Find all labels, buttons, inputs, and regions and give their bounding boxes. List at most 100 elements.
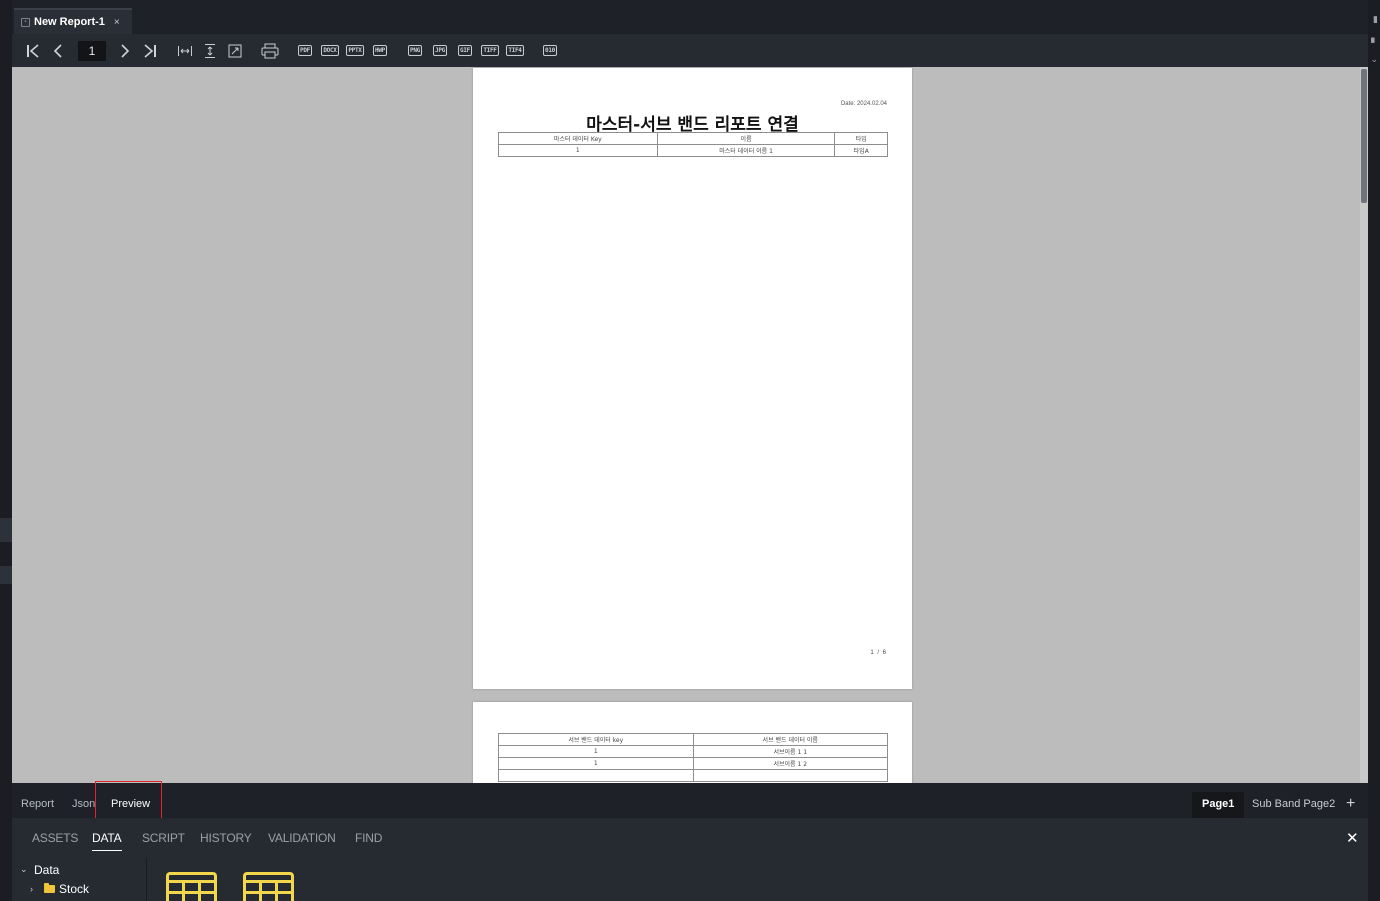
left-strip-marker <box>0 518 12 542</box>
table-header-cell: 서브 밴드 데이터 이름 <box>692 733 888 746</box>
fit-width-button[interactable] <box>174 40 196 62</box>
tab-report[interactable]: Report <box>21 792 54 818</box>
table-row: 1 서브이름 1 2 <box>498 757 888 770</box>
pdf-icon: PDF <box>298 45 312 56</box>
hwp-icon: HWP <box>373 45 387 56</box>
export-tif4-button[interactable]: TIF4 <box>504 41 526 61</box>
right-strip-glyph: ▘ <box>1371 38 1378 48</box>
table-icon[interactable] <box>166 872 217 901</box>
tab-validation[interactable]: VALIDATION <box>268 831 336 845</box>
right-strip-chevron-icon[interactable]: ⌄ <box>1370 54 1378 65</box>
tree-item-label: Data <box>34 862 60 877</box>
previous-page-icon <box>53 43 62 58</box>
binary-icon: 010 <box>543 45 557 56</box>
fit-page-icon <box>228 44 242 57</box>
tab-assets[interactable]: ASSETS <box>32 831 78 845</box>
preview-vertical-scrollbar[interactable] <box>1360 67 1368 783</box>
report-date: Date: 2024.02.04 <box>840 101 887 107</box>
chevron-right-icon[interactable]: › <box>30 884 44 894</box>
fit-width-icon <box>178 45 192 56</box>
document-tab[interactable]: ▪ New Report-1 × <box>14 8 132 34</box>
export-hwp-button[interactable]: HWP <box>369 41 391 61</box>
table-icon[interactable] <box>243 872 294 901</box>
table-cell: 서브이름 1 1 <box>692 745 888 758</box>
fit-height-button[interactable] <box>199 40 221 62</box>
report-file-icon: ▪ <box>21 17 30 27</box>
export-png-button[interactable]: PNG <box>404 41 426 61</box>
active-tab-underline <box>92 850 122 851</box>
page-number-input[interactable] <box>78 40 106 61</box>
data-tree: ⌄ Data › Stock <box>20 860 140 898</box>
jpg-icon: JPG <box>433 45 447 56</box>
next-page-button[interactable] <box>114 40 136 62</box>
table-header-cell: 이름 <box>656 132 836 145</box>
close-tab-icon[interactable]: × <box>114 17 120 28</box>
tif4-icon: TIF4 <box>506 45 524 56</box>
table-header-cell: 타입 <box>834 132 888 145</box>
tab-json[interactable]: Json <box>72 792 95 818</box>
print-button[interactable] <box>259 40 281 62</box>
fit-height-icon <box>205 43 215 58</box>
sub-band-data-table: 서브 밴드 데이터 key 서브 밴드 데이터 이름 1 서브이름 1 1 1 … <box>498 733 888 782</box>
last-page-icon <box>144 43 156 58</box>
table-header-cell: 마스터 데이터 Key <box>498 132 658 145</box>
report-preview-area[interactable]: Date: 2024.02.04 마스터-서브 밴드 리포트 연결 마스터 데이… <box>12 67 1360 783</box>
pptx-icon: PPTX <box>346 45 364 56</box>
folder-icon <box>44 882 55 893</box>
left-strip-marker <box>0 566 12 584</box>
table-header-cell: 서브 밴드 데이터 key <box>498 733 694 746</box>
page-tab-sub-band-page2[interactable]: Sub Band Page2 <box>1242 792 1345 818</box>
table-cell: 1 <box>498 757 694 770</box>
table-cell: 마스터 데이터 이름 1 <box>656 144 836 157</box>
panel-tab-bar: ASSETS DATA SCRIPT HISTORY VALIDATION FI… <box>12 818 1368 856</box>
export-gif-button[interactable]: GIF <box>454 41 476 61</box>
export-docx-button[interactable]: DOCX <box>319 41 341 61</box>
table-cell <box>498 769 694 782</box>
last-page-button[interactable] <box>139 40 161 62</box>
fit-page-button[interactable] <box>224 40 246 62</box>
docx-icon: DOCX <box>321 45 339 56</box>
export-tiff-button[interactable]: TIFF <box>479 41 501 61</box>
export-pdf-button[interactable]: PDF <box>294 41 316 61</box>
chevron-down-icon[interactable]: ⌄ <box>20 864 34 875</box>
export-jpg-button[interactable]: JPG <box>429 41 451 61</box>
next-page-icon <box>121 43 130 58</box>
document-tab-title: New Report-1 <box>34 16 105 28</box>
tab-data[interactable]: DATA <box>92 831 122 845</box>
table-cell <box>692 769 888 782</box>
tab-preview[interactable]: Preview <box>111 792 150 818</box>
table-cell: 1 <box>498 745 694 758</box>
table-row: 1 서브이름 1 1 <box>498 745 888 758</box>
tiff-icon: TIFF <box>481 45 499 56</box>
printer-icon <box>261 43 279 58</box>
table-row: 1 마스터 데이터 이름 1 타입A <box>498 144 888 157</box>
scrollbar-thumb[interactable] <box>1361 69 1367 203</box>
report-page-2: 서브 밴드 데이터 key 서브 밴드 데이터 이름 1 서브이름 1 1 1 … <box>473 702 912 783</box>
table-row <box>498 769 888 782</box>
first-page-icon <box>27 43 39 58</box>
tree-item-label: Stock <box>59 881 90 896</box>
tree-item-stock[interactable]: › Stock <box>20 879 140 898</box>
tab-history[interactable]: HISTORY <box>200 831 252 845</box>
first-page-button[interactable] <box>22 40 44 62</box>
tab-find[interactable]: FIND <box>355 831 382 845</box>
left-side-strip <box>0 0 12 901</box>
add-page-button[interactable]: + <box>1346 795 1355 813</box>
page-tab-page1[interactable]: Page1 <box>1192 792 1245 818</box>
right-strip-glyph: ▮ <box>1373 14 1378 24</box>
export-binary-button[interactable]: 010 <box>539 41 561 61</box>
panel-divider <box>146 858 147 901</box>
page-counter: 1 / 6 <box>870 650 887 656</box>
document-tab-bar: ▪ New Report-1 × <box>12 0 1368 34</box>
view-tab-bar: Report Json Preview Page1 Sub Band Page2… <box>12 781 1368 827</box>
right-side-strip: ▮ ▘ ⌄ <box>1368 0 1380 901</box>
tab-script[interactable]: SCRIPT <box>142 831 185 845</box>
preview-toolbar: PDF DOCX PPTX HWP PNG JPG GIF TIFF TIF4 … <box>12 34 1368 67</box>
table-header-row: 서브 밴드 데이터 key 서브 밴드 데이터 이름 <box>498 733 888 746</box>
close-panel-icon[interactable]: ✕ <box>1346 829 1359 847</box>
export-pptx-button[interactable]: PPTX <box>344 41 366 61</box>
png-icon: PNG <box>408 45 422 56</box>
tree-item-data[interactable]: ⌄ Data <box>20 860 140 879</box>
table-cell: 1 <box>498 144 658 157</box>
previous-page-button[interactable] <box>47 40 69 62</box>
